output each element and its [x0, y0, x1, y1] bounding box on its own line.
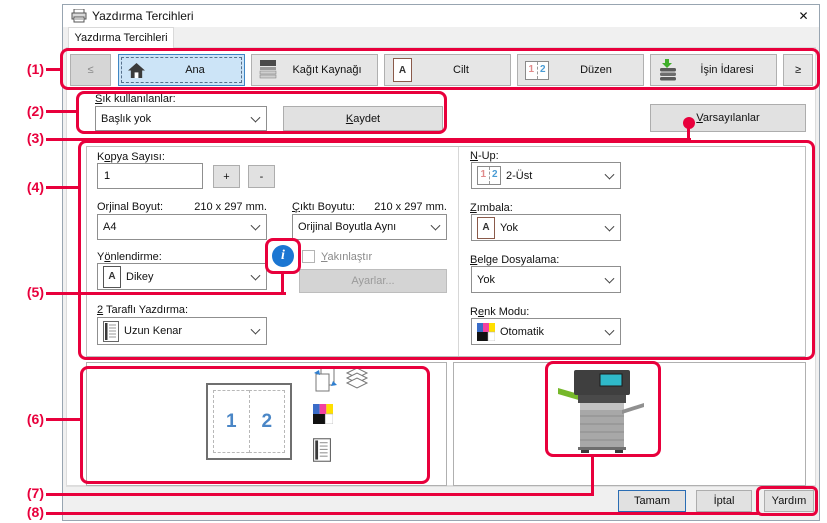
- callout-label-6: (6): [4, 411, 44, 427]
- callout-label-7: (7): [4, 485, 44, 501]
- callout-label-3: (3): [4, 130, 44, 146]
- window-title: Yazdırma Tercihleri: [92, 5, 194, 27]
- defaults-button[interactable]: Varsayılanlar: [650, 104, 806, 132]
- callout-label-4: (4): [4, 179, 44, 195]
- footer-separator: [66, 486, 816, 487]
- screenshot-root: Yazdırma Tercihleri ✕ Yazdırma Tercihler…: [0, 0, 827, 523]
- callout-line-7: [46, 493, 594, 496]
- callout-stem-5: [281, 272, 284, 295]
- cancel-button-label: İptal: [714, 495, 735, 507]
- cancel-button[interactable]: İptal: [696, 490, 752, 512]
- close-button[interactable]: ✕: [788, 5, 819, 27]
- callout-line-2: [46, 110, 78, 113]
- callout-stem-7: [591, 455, 594, 496]
- defaults-button-label: Varsayılanlar: [696, 112, 759, 124]
- callout-line-8: [46, 512, 760, 515]
- callout-box-1-toolbar: [60, 48, 820, 90]
- callout-line-1: [46, 68, 62, 71]
- callout-box-4-settings: [78, 140, 815, 360]
- callout-label-1: (1): [4, 61, 44, 77]
- callout-label-8: (8): [4, 504, 44, 520]
- callout-line-3: [46, 138, 691, 141]
- callout-label-5: (5): [4, 284, 44, 300]
- callout-box-5-info: [265, 238, 301, 274]
- callout-box-6-preview: [80, 366, 430, 484]
- ok-button[interactable]: Tamam: [618, 490, 686, 512]
- callout-line-6: [46, 418, 82, 421]
- callout-box-8-help: [756, 486, 818, 516]
- callout-line-5: [46, 292, 286, 295]
- ok-button-label: Tamam: [634, 495, 670, 507]
- callout-dot-3: [683, 117, 695, 129]
- callout-box-7-printer: [545, 361, 661, 457]
- tab-print-preferences[interactable]: Yazdırma Tercihleri: [68, 27, 174, 48]
- callout-box-2-favorites: [76, 91, 447, 134]
- printer-icon: [71, 9, 87, 28]
- callout-label-2: (2): [4, 103, 44, 119]
- callout-line-4: [46, 186, 80, 189]
